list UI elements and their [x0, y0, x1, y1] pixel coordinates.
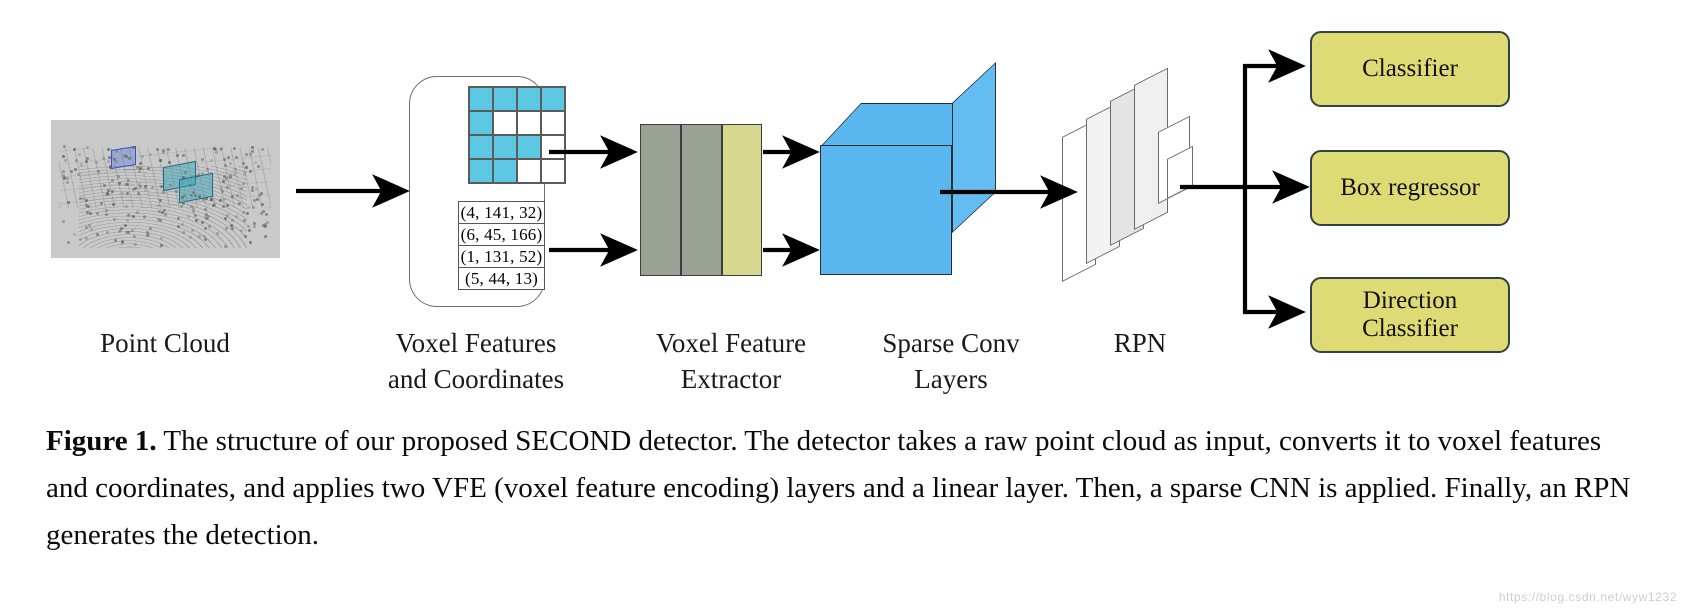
- stage-label-point-cloud: Point Cloud: [100, 328, 230, 358]
- output-label-classifier: Classifier: [1362, 55, 1458, 82]
- stage-label-rpn: RPN: [1113, 328, 1167, 358]
- figure-caption-label: Figure 1.: [46, 425, 157, 457]
- output-label-box-regressor: Box regressor: [1340, 174, 1480, 201]
- stage-label-voxel-features: Voxel Features and Coordinates: [387, 328, 565, 395]
- arrow-rpn-to-classifier: [1242, 49, 1306, 187]
- output-box-classifier[interactable]: Classifier: [1310, 31, 1510, 107]
- output-box-direction-classifier[interactable]: Direction Classifier: [1310, 277, 1510, 353]
- output-box-box-regressor[interactable]: Box regressor: [1310, 150, 1510, 226]
- arrow-rpn-to-direction-classifier: [1242, 187, 1306, 329]
- figure-caption-text: The structure of our proposed SECOND det…: [46, 425, 1631, 551]
- output-label-direction-classifier: Direction Classifier: [1362, 287, 1458, 342]
- figure-diagram: (4, 141, 32) (6, 45, 166) (1, 131, 52) (5, …: [0, 0, 1691, 410]
- stage-label-sparse-conv: Sparse Conv Layers: [882, 328, 1020, 395]
- stage-label-voxel-feature-extractor: Voxel Feature Extractor: [655, 328, 807, 395]
- watermark: https://blog.csdn.net/wyw1232: [1498, 590, 1677, 604]
- figure-caption: Figure 1. The structure of our proposed …: [46, 418, 1646, 559]
